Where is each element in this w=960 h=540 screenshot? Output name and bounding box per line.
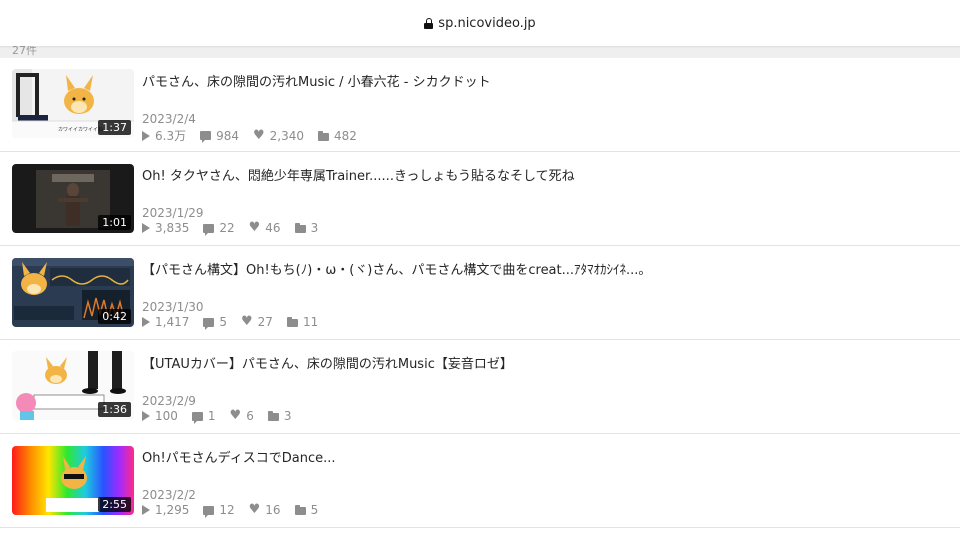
comment-icon [203, 505, 215, 518]
like-count: 46 [265, 221, 281, 235]
video-date: 2023/1/30 [142, 300, 204, 314]
url-display[interactable]: sp.nicovideo.jp [424, 15, 536, 31]
video-date: 2023/2/2 [142, 488, 196, 502]
folder-icon [286, 317, 298, 327]
view-count: 6.3万 [155, 129, 187, 143]
folder-icon [294, 505, 306, 515]
view-count: 100 [155, 409, 178, 423]
video-date: 2023/2/9 [142, 394, 196, 408]
play-count-icon [142, 223, 150, 233]
video-list: カワイイ カワイイね 1:37 パモさん、床の隙間の汚れMusic / 小春六花… [0, 58, 960, 528]
play-count-icon [142, 130, 150, 141]
like-count: 6 [246, 409, 254, 423]
folder-icon [294, 223, 306, 233]
video-title[interactable]: 【パモさん構文】Oh!もち(ﾉ)・ω・(ヾ)さん、パモさん構文で曲をcreat.… [142, 259, 651, 278]
comment-count: 22 [219, 221, 235, 235]
mylist-count: 3 [283, 409, 292, 423]
url-text: sp.nicovideo.jp [438, 15, 536, 31]
like-count: 2,340 [269, 128, 305, 143]
play-count-icon [142, 505, 150, 515]
view-count: 1,295 [155, 503, 190, 517]
video-thumbnail[interactable]: カワイイ カワイイね 1:37 [12, 69, 134, 138]
video-duration: 1:37 [98, 120, 131, 135]
video-title[interactable]: Oh!パモさんディスコでDance... [142, 447, 336, 466]
folder-icon [267, 411, 279, 421]
comment-icon [203, 223, 215, 236]
video-thumbnail[interactable]: 1:36 [12, 351, 134, 420]
mylist-count: 5 [310, 503, 319, 517]
video-thumbnail[interactable]: 2:55 [12, 446, 134, 515]
view-count: 1,417 [155, 315, 190, 329]
video-date: 2023/2/4 [142, 112, 196, 126]
video-item[interactable]: 0:42 【パモさん構文】Oh!もち(ﾉ)・ω・(ヾ)さん、パモさん構文で曲をc… [0, 246, 960, 340]
mylist-count: 3 [310, 221, 319, 235]
comment-icon [200, 131, 212, 143]
heart-icon: ♥ [229, 408, 242, 423]
view-count: 3,835 [155, 221, 190, 235]
video-stats: 6.3万 984 ♥ 2,340 482 [142, 127, 371, 144]
comment-count: 12 [219, 503, 235, 517]
video-duration: 2:55 [98, 497, 131, 512]
video-stats: 1,295 12 ♥ 16 5 [142, 502, 332, 518]
video-stats: 100 1 ♥ 6 3 [142, 408, 305, 424]
comment-count: 984 [216, 128, 239, 143]
thumbnail-caption-1: カワイイ [58, 127, 78, 133]
video-item[interactable]: カワイイ カワイイね 1:37 パモさん、床の隙間の汚れMusic / 小春六花… [0, 58, 960, 152]
video-thumbnail[interactable]: 1:01 [12, 164, 134, 233]
heart-icon: ♥ [248, 502, 261, 517]
mylist-count: 482 [334, 128, 357, 143]
heart-icon: ♥ [241, 314, 253, 329]
comment-count: 1 [207, 409, 216, 423]
like-count: 27 [257, 315, 273, 329]
video-duration: 1:01 [98, 215, 131, 230]
video-title[interactable]: Oh! タクヤさん、悶絶少年専属Trainer......きっしょもう貼るなそし… [142, 165, 575, 184]
video-stats: 3,835 22 ♥ 46 3 [142, 220, 332, 236]
video-title[interactable]: パモさん、床の隙間の汚れMusic / 小春六花 - シカクドット [142, 71, 491, 90]
video-thumbnail[interactable]: 0:42 [12, 258, 134, 327]
comment-icon [191, 411, 203, 424]
browser-address-bar[interactable]: sp.nicovideo.jp [0, 0, 960, 46]
video-stats: 1,417 5 ♥ 27 11 [142, 314, 332, 330]
video-title[interactable]: 【UTAUカバー】パモさん、床の隙間の汚れMusic【妄音ロゼ】 [142, 353, 513, 372]
video-date: 2023/1/29 [142, 206, 204, 220]
video-item[interactable]: 1:01 Oh! タクヤさん、悶絶少年専属Trainer......きっしょもう… [0, 152, 960, 246]
heart-icon: ♥ [253, 127, 265, 143]
heart-icon: ♥ [248, 220, 261, 235]
mylist-count: 11 [302, 315, 319, 329]
video-duration: 0:42 [98, 309, 131, 324]
video-item[interactable]: 2:55 Oh!パモさんディスコでDance... 2023/2/2 1,295… [0, 434, 960, 528]
comment-icon [203, 317, 215, 330]
play-count-icon [142, 317, 150, 327]
lock-icon [424, 17, 434, 29]
video-item[interactable]: 1:36 【UTAUカバー】パモさん、床の隙間の汚れMusic【妄音ロゼ】 20… [0, 340, 960, 434]
video-duration: 1:36 [98, 402, 131, 417]
like-count: 16 [265, 503, 281, 517]
comment-count: 5 [219, 315, 227, 329]
folder-icon [318, 130, 330, 141]
play-count-icon [142, 411, 150, 421]
